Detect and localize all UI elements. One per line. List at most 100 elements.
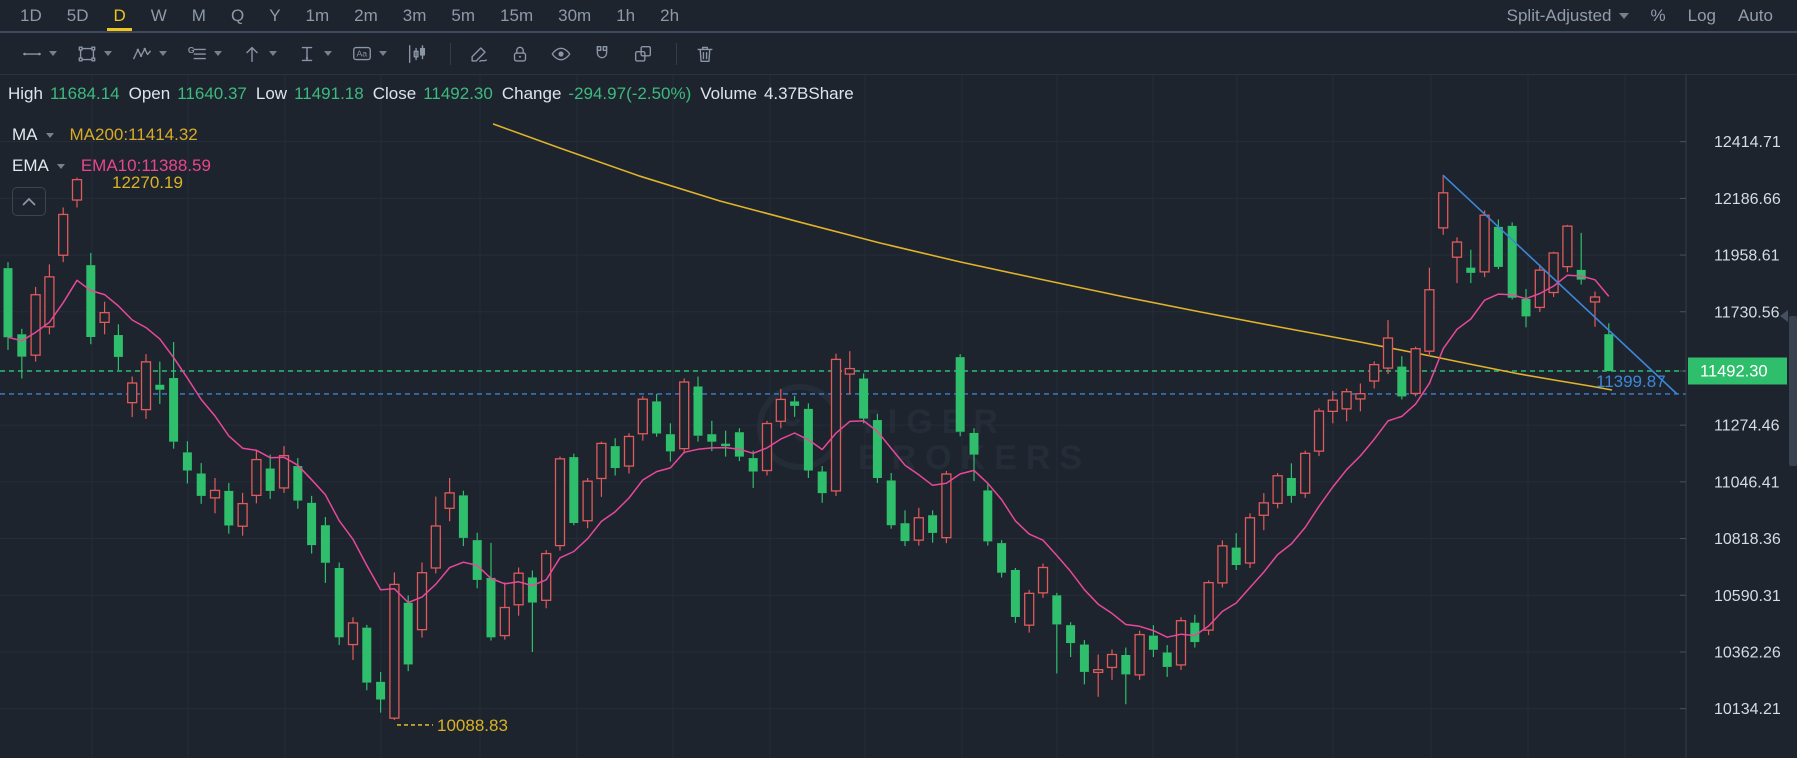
measure-tool[interactable]	[293, 40, 335, 68]
timeframe-q[interactable]: Q	[225, 0, 250, 31]
eye-icon	[551, 47, 571, 60]
candle-body	[527, 577, 537, 603]
candle-body	[790, 401, 800, 406]
axis-scrollbar-thumb[interactable]	[1789, 316, 1797, 466]
duplicate-icon	[634, 45, 652, 62]
candle-body	[665, 434, 675, 452]
timeframe-15m[interactable]: 15m	[494, 0, 539, 31]
control-auto[interactable]: Auto	[1738, 6, 1773, 26]
candle-body	[569, 457, 579, 523]
candle-body	[430, 525, 441, 569]
candle-body	[693, 386, 703, 436]
timeframe-y[interactable]: Y	[263, 0, 286, 31]
chevron-down-icon	[49, 51, 57, 56]
candle-body	[113, 335, 123, 357]
lock-icon	[513, 46, 527, 62]
ma-value: MA200:11414.32	[69, 125, 198, 144]
duplicate-drawing-button[interactable]	[629, 40, 657, 68]
brush-tool[interactable]	[465, 40, 493, 68]
toolbar-divider	[450, 42, 451, 65]
candle-body	[1341, 391, 1352, 410]
wave-pattern-tool[interactable]	[128, 40, 170, 68]
timeframe-3m[interactable]: 3m	[397, 0, 433, 31]
candle-body	[983, 490, 993, 542]
candle-body	[86, 265, 96, 338]
timeframe-1d[interactable]: 1D	[14, 0, 48, 31]
candle-body	[99, 311, 110, 323]
control-percent[interactable]: %	[1651, 6, 1666, 26]
control-log[interactable]: Log	[1688, 6, 1716, 26]
candle-body	[1410, 348, 1421, 395]
timeframe-1h[interactable]: 1h	[610, 0, 641, 31]
candle-body	[444, 492, 455, 509]
candle-body	[486, 577, 496, 638]
toolbar-divider	[676, 42, 677, 65]
candle-body	[1604, 334, 1614, 371]
candle-body	[969, 432, 979, 455]
candle-body	[1231, 547, 1241, 565]
candle-body	[582, 480, 593, 522]
timeframe-2h[interactable]: 2h	[654, 0, 685, 31]
ma200-line	[492, 123, 1613, 391]
timeframe-d[interactable]: D	[107, 0, 132, 31]
svg-text:Aa: Aa	[357, 48, 368, 58]
candle-body	[707, 434, 717, 442]
timeframe-5m[interactable]: 5m	[445, 0, 481, 31]
wave-pattern-icon	[133, 47, 151, 59]
ema-indicator-toggle[interactable]: EMA	[12, 156, 65, 176]
collapse-legend-button[interactable]	[12, 187, 46, 216]
gann-tool[interactable]: G	[183, 40, 225, 68]
price-axis-label: 10134.21	[1714, 701, 1781, 718]
candle-body	[886, 480, 896, 526]
candle-pattern-icon	[408, 44, 426, 63]
timeframe-w[interactable]: W	[145, 0, 173, 31]
candle-body	[844, 367, 855, 375]
candle-body	[1313, 410, 1325, 452]
candle-body	[1534, 269, 1545, 309]
candle-body	[1451, 241, 1463, 258]
delete-drawings-button[interactable]	[691, 40, 719, 68]
candle-body	[775, 398, 786, 422]
timeframe-2m[interactable]: 2m	[348, 0, 384, 31]
shapes-tool[interactable]	[73, 40, 115, 68]
candle-body	[1479, 214, 1490, 273]
ema-legend-row: EMA EMA10:11388.59	[12, 156, 211, 176]
candle-body	[1079, 644, 1089, 672]
price-axis-label: 11274.46	[1714, 418, 1780, 435]
trend-line-tool[interactable]	[18, 40, 60, 68]
drawing-toolbar: G Aa	[0, 33, 1797, 75]
price-chart[interactable]: TIGERBROKERS12270.1910088.8311399.871241…	[0, 75, 1797, 758]
timeframe-bar: 1D 5D D W M Q Y 1m 2m 3m 5m 15m 30m 1h 2h Split-Adjust…	[0, 0, 1797, 33]
candle-body	[362, 627, 372, 683]
candle-body	[1217, 545, 1228, 584]
price-axis-label: 11730.56	[1714, 304, 1780, 321]
candle-body	[17, 334, 27, 357]
candle-body	[652, 401, 662, 434]
chevron-down-icon	[269, 51, 277, 56]
price-axis-label: 10362.26	[1714, 644, 1781, 661]
info-close: Close 11492.30	[372, 84, 493, 103]
arrow-tool[interactable]	[238, 40, 280, 68]
visibility-button[interactable]	[547, 40, 575, 68]
magnet-mode-button[interactable]	[588, 40, 616, 68]
price-axis-label: 10818.36	[1714, 531, 1781, 548]
candle-body	[209, 489, 221, 499]
timeframe-m[interactable]: M	[186, 0, 212, 31]
candle-body	[1438, 192, 1449, 229]
candle-body	[610, 446, 620, 469]
control-split-adjusted[interactable]: Split-Adjusted	[1507, 6, 1629, 26]
price-axis-label: 12414.71	[1714, 134, 1781, 151]
candle-body	[830, 358, 842, 492]
ma-indicator-toggle[interactable]: MA	[12, 125, 54, 145]
candle-body	[1244, 517, 1256, 564]
candle-body	[307, 502, 317, 546]
timeframe-1m[interactable]: 1m	[300, 0, 336, 31]
lock-drawings-button[interactable]	[506, 40, 534, 68]
timeframe-30m[interactable]: 30m	[552, 0, 597, 31]
candle-body	[499, 606, 510, 637]
candle-body	[30, 294, 41, 356]
pattern-tool[interactable]	[403, 40, 431, 68]
chevron-down-icon	[104, 51, 112, 56]
timeframe-5d[interactable]: 5D	[61, 0, 95, 31]
text-tool[interactable]: Aa	[348, 40, 390, 68]
